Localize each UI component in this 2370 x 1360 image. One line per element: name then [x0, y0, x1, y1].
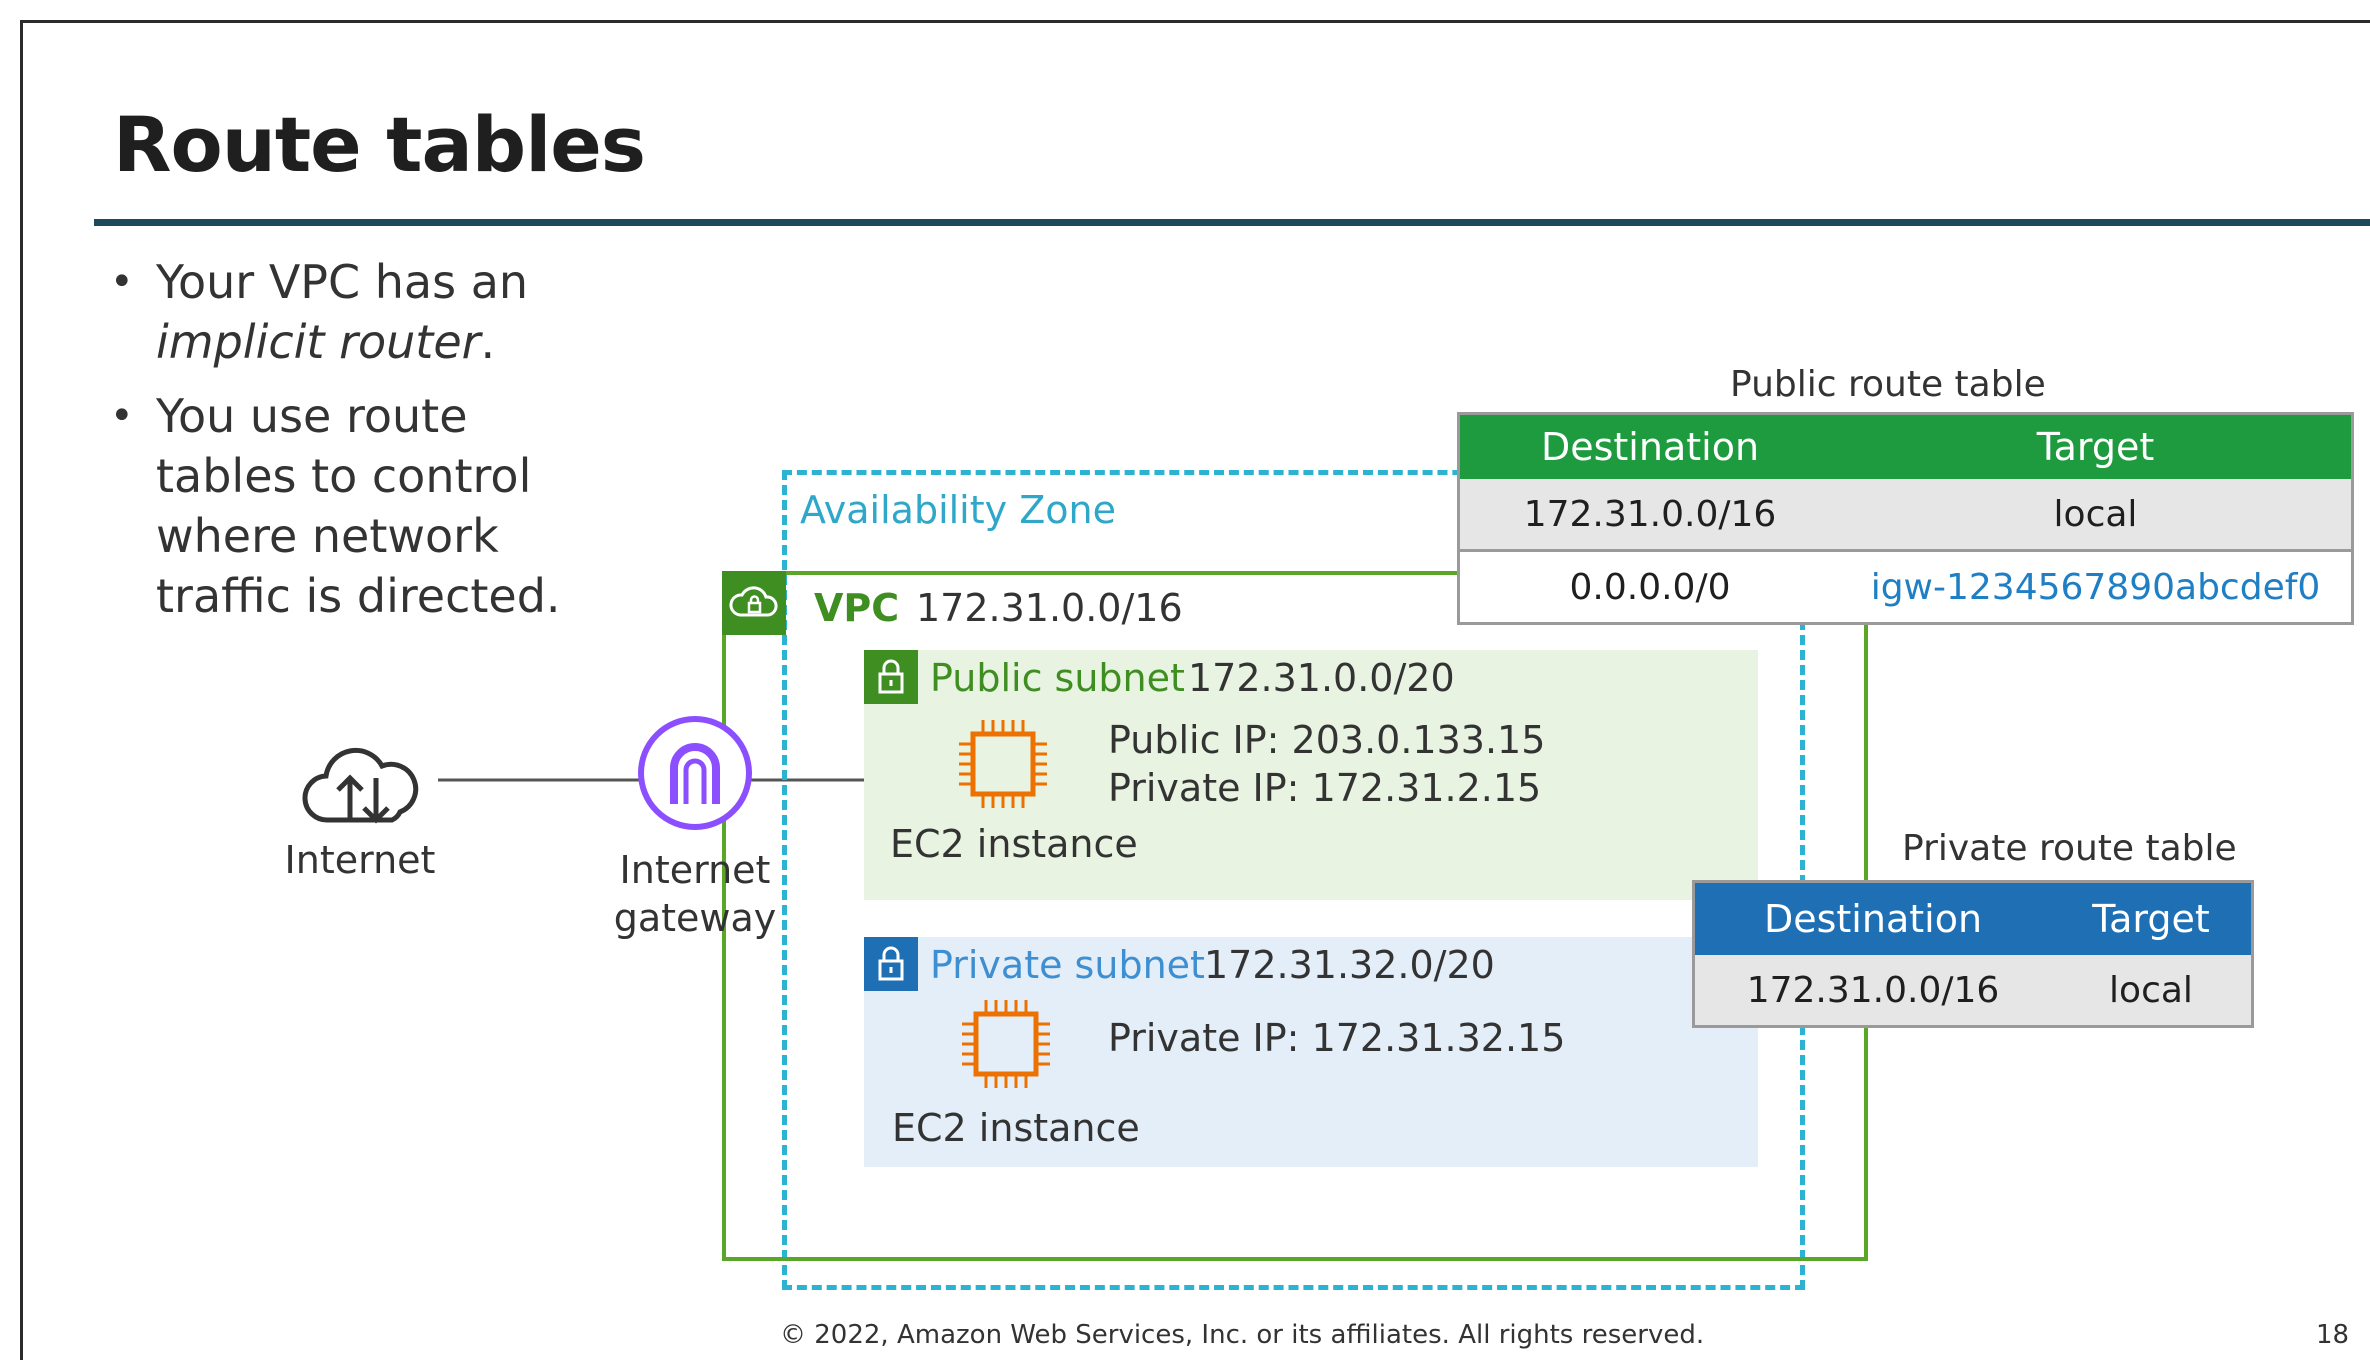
public-route-table: Destination Target 172.31.0.0/16 local 0…	[1457, 412, 2354, 625]
internet-cloud-icon	[288, 728, 438, 842]
table-row: 172.31.0.0/16 local	[1458, 479, 2353, 552]
vpc-cidr: 172.31.0.0/16	[916, 586, 1183, 630]
public-subnet-label: Public subnet	[930, 656, 1185, 700]
column-header-destination: Destination	[1693, 881, 2051, 955]
ec2-instance-label: EC2 instance	[890, 822, 1138, 866]
public-ip-text: Public IP: 203.0.133.15	[1108, 718, 1546, 762]
internet-gateway-icon	[636, 714, 754, 836]
public-route-table-caption: Public route table	[1730, 364, 2046, 405]
private-ip-text: Private IP: 172.31.2.15	[1108, 766, 1542, 810]
private-ip-text: Private IP: 172.31.32.15	[1108, 1016, 1566, 1060]
internet-gateway-label: Internet gateway	[600, 846, 790, 942]
gateway-label-line1: Internet	[619, 848, 771, 892]
private-subnet-label: Private subnet	[930, 943, 1205, 987]
destination-cell: 0.0.0.0/0	[1458, 550, 1840, 624]
private-subnet-cidr: 172.31.32.0/20	[1204, 943, 1495, 987]
table-row: 172.31.0.0/16 local	[1693, 955, 2253, 1027]
target-cell: local	[2051, 955, 2253, 1027]
destination-cell: 172.31.0.0/16	[1458, 479, 1840, 552]
column-header-destination: Destination	[1458, 413, 1840, 479]
availability-zone-label: Availability Zone	[800, 488, 1116, 532]
private-route-table-caption: Private route table	[1902, 828, 2237, 869]
ec2-chip-icon	[955, 716, 1051, 816]
table-row: 0.0.0.0/0 igw-1234567890abcdef0	[1458, 550, 2353, 624]
column-header-target: Target	[1840, 413, 2353, 479]
vpc-label: VPC	[814, 586, 900, 630]
lock-icon	[864, 937, 918, 991]
private-route-table: Destination Target 172.31.0.0/16 local	[1692, 880, 2254, 1028]
igw-target-link[interactable]: igw-1234567890abcdef0	[1840, 550, 2353, 624]
column-header-target: Target	[2051, 881, 2253, 955]
table-header-row: Destination Target	[1693, 881, 2253, 955]
destination-cell: 172.31.0.0/16	[1693, 955, 2051, 1027]
internet-label: Internet	[284, 838, 436, 882]
copyright-footer: © 2022, Amazon Web Services, Inc. or its…	[780, 1320, 1705, 1350]
gateway-label-line2: gateway	[613, 896, 777, 940]
lock-icon	[864, 650, 918, 704]
ec2-chip-icon	[958, 996, 1054, 1096]
table-header-row: Destination Target	[1458, 413, 2353, 479]
target-cell: local	[1840, 479, 2353, 552]
ec2-instance-label: EC2 instance	[892, 1106, 1140, 1150]
public-subnet-cidr: 172.31.0.0/20	[1188, 656, 1455, 700]
page-number: 18	[2316, 1320, 2350, 1350]
vpc-cloud-lock-icon	[722, 571, 786, 635]
